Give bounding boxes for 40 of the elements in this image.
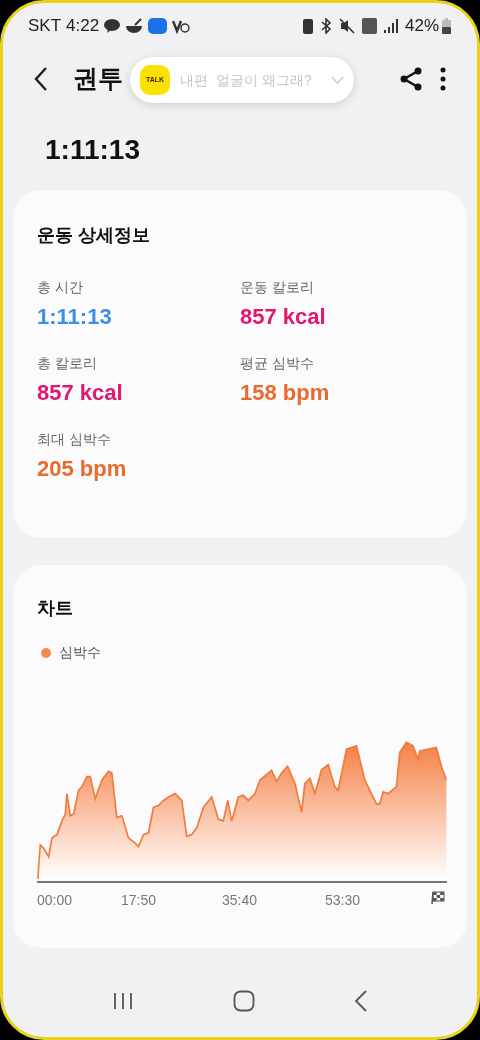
chevron-down-icon [331,76,344,84]
carrier-text: SKT [28,15,62,38]
stat-value: 205 bpm [37,455,128,483]
more-options-icon[interactable] [439,67,447,91]
duration-text: 1:11:13 [44,133,141,167]
message-text: 얼굴이 왜그래? [216,70,312,90]
bowl-icon [125,18,144,34]
legend-label: 심박수 [59,643,101,662]
share-icon[interactable] [399,67,423,91]
axis-label: 17:50 [121,891,157,910]
axis-label: 35:40 [222,891,258,910]
clock-text: 4:22 [66,15,100,38]
battery-percent-text: 42% [404,15,439,38]
mute-icon [338,18,355,34]
stat-label: 총 시간 [37,278,84,297]
chat-bubble-icon [104,19,121,33]
battery-icon [442,18,451,34]
stat-value: 1:11:13 [37,303,113,331]
stat-value: 857 kcal [240,303,327,331]
axis-label: 53:30 [325,891,361,910]
axis-label: 00:00 [37,891,73,910]
recent-apps-button[interactable] [112,992,135,1010]
home-button[interactable] [233,990,255,1012]
stat-label: 최대 심박수 [37,430,112,449]
bluetooth-icon [319,18,332,34]
battery-saver-icon [302,18,313,34]
volte-icon [172,18,191,34]
finish-flag-icon [431,891,445,905]
back-nav-button[interactable] [353,990,368,1012]
page-title: 권투 [73,63,123,95]
stat-label: 운동 칼로리 [240,278,315,297]
stat-value: 857 kcal [37,379,124,407]
sender-text: 내편 [180,70,208,90]
signal-icon [383,19,398,33]
stat-label: 평균 심박수 [240,354,315,373]
section-title: 차트 [37,597,74,620]
stat-value: 158 bpm [240,379,331,407]
back-button[interactable] [33,66,49,92]
section-title: 운동 상세정보 [37,224,151,247]
stat-label: 총 칼로리 [37,354,98,373]
